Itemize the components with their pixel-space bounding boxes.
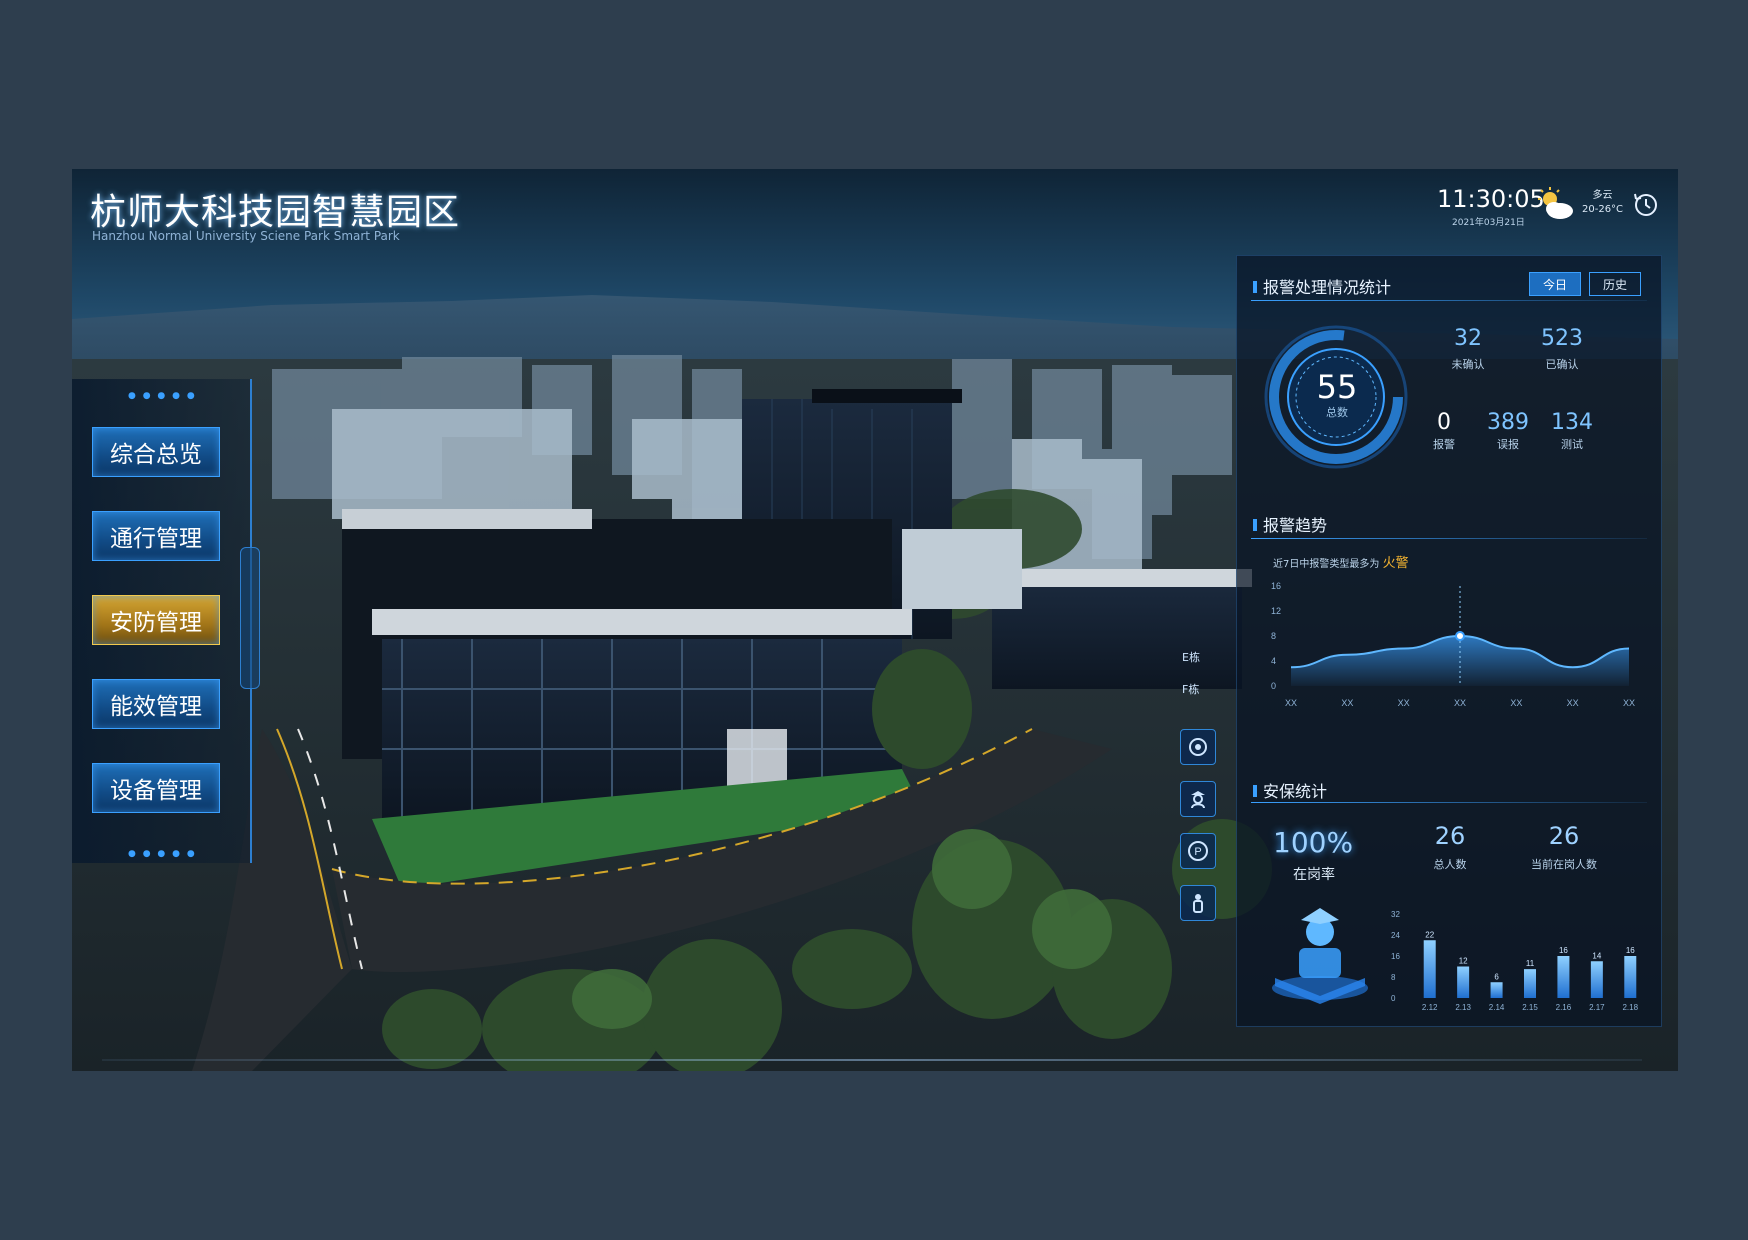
nav-bottom-dots: ● ● ● ● ●: [128, 849, 197, 859]
stats-panel: 报警处理情况统计 今日 历史 55 总数 32 未确认 523 已确认 0 报警…: [1236, 255, 1662, 1027]
alarm-trend-divider: [1251, 538, 1647, 539]
bar-y-tick: 32: [1391, 910, 1400, 919]
tab-history[interactable]: 历史: [1589, 272, 1641, 296]
security-bar-chart: 0 8 16 24 32 22 2.12 12 2.13 6 2.14 11 2.15 16 2.16 14 2…: [1391, 910, 1639, 1012]
clock-date: 2021年03月21日: [1452, 218, 1525, 228]
trend-x-tick: XX: [1567, 698, 1579, 708]
nav-collapse-handle[interactable]: [240, 547, 260, 689]
bar-y-tick: 8: [1391, 973, 1396, 982]
dashboard-screen: 杭师大科技园智慧园区 Hanzhou Normal University Sci…: [72, 169, 1678, 1071]
page-title: 杭师大科技园智慧园区: [90, 192, 461, 233]
nav-item-energy[interactable]: 能效管理: [92, 679, 220, 729]
trend-x-tick: XX: [1398, 698, 1410, 708]
bar-mark: [1490, 982, 1503, 998]
bar-y-tick: 16: [1391, 952, 1400, 961]
trend-x-tick: XX: [1510, 698, 1522, 708]
trend-y-tick: 0: [1271, 681, 1276, 691]
bar-y-tick: 0: [1391, 994, 1396, 1003]
total-people-label: 总人数: [1433, 858, 1467, 871]
bar-mark: [1590, 961, 1603, 998]
trend-y-tick: 16: [1271, 581, 1281, 591]
nav-item-security[interactable]: 安防管理: [92, 595, 220, 645]
trend-x-tick: XX: [1341, 698, 1353, 708]
bar-value-label: 16: [1559, 946, 1568, 955]
bar-mark: [1524, 969, 1536, 998]
bar-x-tick: 2.16: [1556, 1003, 1572, 1012]
trend-y-tick: 4: [1271, 656, 1276, 666]
person-icon[interactable]: [1180, 885, 1216, 921]
bar-mark: [1624, 956, 1637, 998]
bar-mark: [1457, 966, 1470, 998]
bar-mark: [1423, 940, 1436, 998]
bar-x-tick: 2.15: [1522, 1003, 1538, 1012]
confirmed-label: 已确认: [1545, 358, 1579, 371]
current-on-duty-value: 26: [1548, 822, 1580, 850]
unconfirmed-value: 32: [1454, 326, 1482, 351]
bar-value-label: 22: [1425, 930, 1434, 939]
weather-condition: 多云: [1592, 190, 1613, 201]
history-clock-icon[interactable]: [1632, 191, 1660, 223]
camera-icon[interactable]: [1180, 729, 1216, 765]
test-label: 测试: [1561, 438, 1583, 451]
alarm-total-label: 总数: [1326, 406, 1348, 419]
alarm-trend-title: 报警趋势: [1253, 512, 1327, 536]
bar-x-tick: 2.14: [1489, 1003, 1505, 1012]
nav-item-overview[interactable]: 综合总览: [92, 427, 220, 477]
alarm-count-value: 0: [1437, 410, 1451, 435]
alarm-trend-chart: 0 4 8 12 16 XX XX XX XX XX XX XX: [1271, 581, 1635, 708]
bar-y-tick: 24: [1391, 931, 1400, 940]
weather-temperature: 20-26°C: [1582, 204, 1624, 215]
nav-top-dots: ● ● ● ● ●: [128, 391, 197, 401]
bar-x-tick: 2.17: [1589, 1003, 1605, 1012]
side-nav: ● ● ● ● ● 综合总览 通行管理 安防管理 能效管理 设备管理 ● ● ●…: [72, 379, 260, 863]
bar-value-label: 11: [1526, 959, 1535, 968]
false-report-value: 389: [1487, 410, 1529, 435]
bar-mark: [1557, 956, 1570, 998]
alarm-stats-title: 报警处理情况统计: [1253, 274, 1391, 298]
bar-x-tick: 2.18: [1622, 1003, 1638, 1012]
trend-x-tick: XX: [1454, 698, 1466, 708]
trend-y-tick: 8: [1271, 631, 1276, 641]
weather-info: 多云 20-26°C: [1582, 189, 1623, 217]
partly-cloudy-icon: [1536, 187, 1576, 225]
bar-value-label: 14: [1592, 951, 1601, 960]
floor-label-e[interactable]: E栋: [1182, 649, 1200, 665]
nav-item-access[interactable]: 通行管理: [92, 511, 220, 561]
svg-text:P: P: [1194, 846, 1201, 858]
trend-x-tick: XX: [1285, 698, 1297, 708]
total-people-value: 26: [1434, 822, 1466, 850]
test-value: 134: [1551, 410, 1593, 435]
bottom-decor-line: [102, 1059, 1642, 1061]
guard-icon[interactable]: [1180, 781, 1216, 817]
unconfirmed-label: 未确认: [1451, 358, 1485, 371]
parking-icon[interactable]: P: [1180, 833, 1216, 869]
bar-value-label: 6: [1494, 972, 1499, 981]
bar-x-tick: 2.12: [1422, 1003, 1438, 1012]
false-report-label: 误报: [1497, 438, 1519, 451]
nav-item-devices[interactable]: 设备管理: [92, 763, 220, 813]
current-on-duty-label: 当前在岗人数: [1531, 858, 1597, 871]
security-stats-divider: [1251, 802, 1647, 803]
clock-time: 11:30:05: [1437, 185, 1545, 213]
on-duty-rate-label: 在岗率: [1293, 867, 1335, 883]
confirmed-value: 523: [1541, 326, 1583, 351]
on-duty-rate-value: 100%: [1273, 826, 1354, 859]
bar-x-tick: 2.13: [1455, 1003, 1471, 1012]
map-toolbar: P: [1180, 729, 1220, 937]
bar-value-label: 12: [1459, 957, 1468, 966]
alarm-total-value: 55: [1316, 368, 1358, 406]
security-guard-icon: [1272, 908, 1368, 1004]
alarm-count-label: 报警: [1433, 438, 1455, 451]
security-stats-title: 安保统计: [1253, 778, 1327, 802]
trend-y-tick: 12: [1271, 606, 1281, 616]
bar-value-label: 16: [1626, 946, 1635, 955]
trend-x-tick: XX: [1623, 698, 1635, 708]
alarm-stats-divider: [1251, 300, 1647, 301]
trend-highlight-point: [1455, 631, 1465, 641]
page-subtitle: Hanzhou Normal University Sciene Park Sm…: [92, 229, 400, 243]
floor-label-f[interactable]: F栋: [1182, 681, 1199, 697]
tab-today[interactable]: 今日: [1529, 272, 1581, 296]
